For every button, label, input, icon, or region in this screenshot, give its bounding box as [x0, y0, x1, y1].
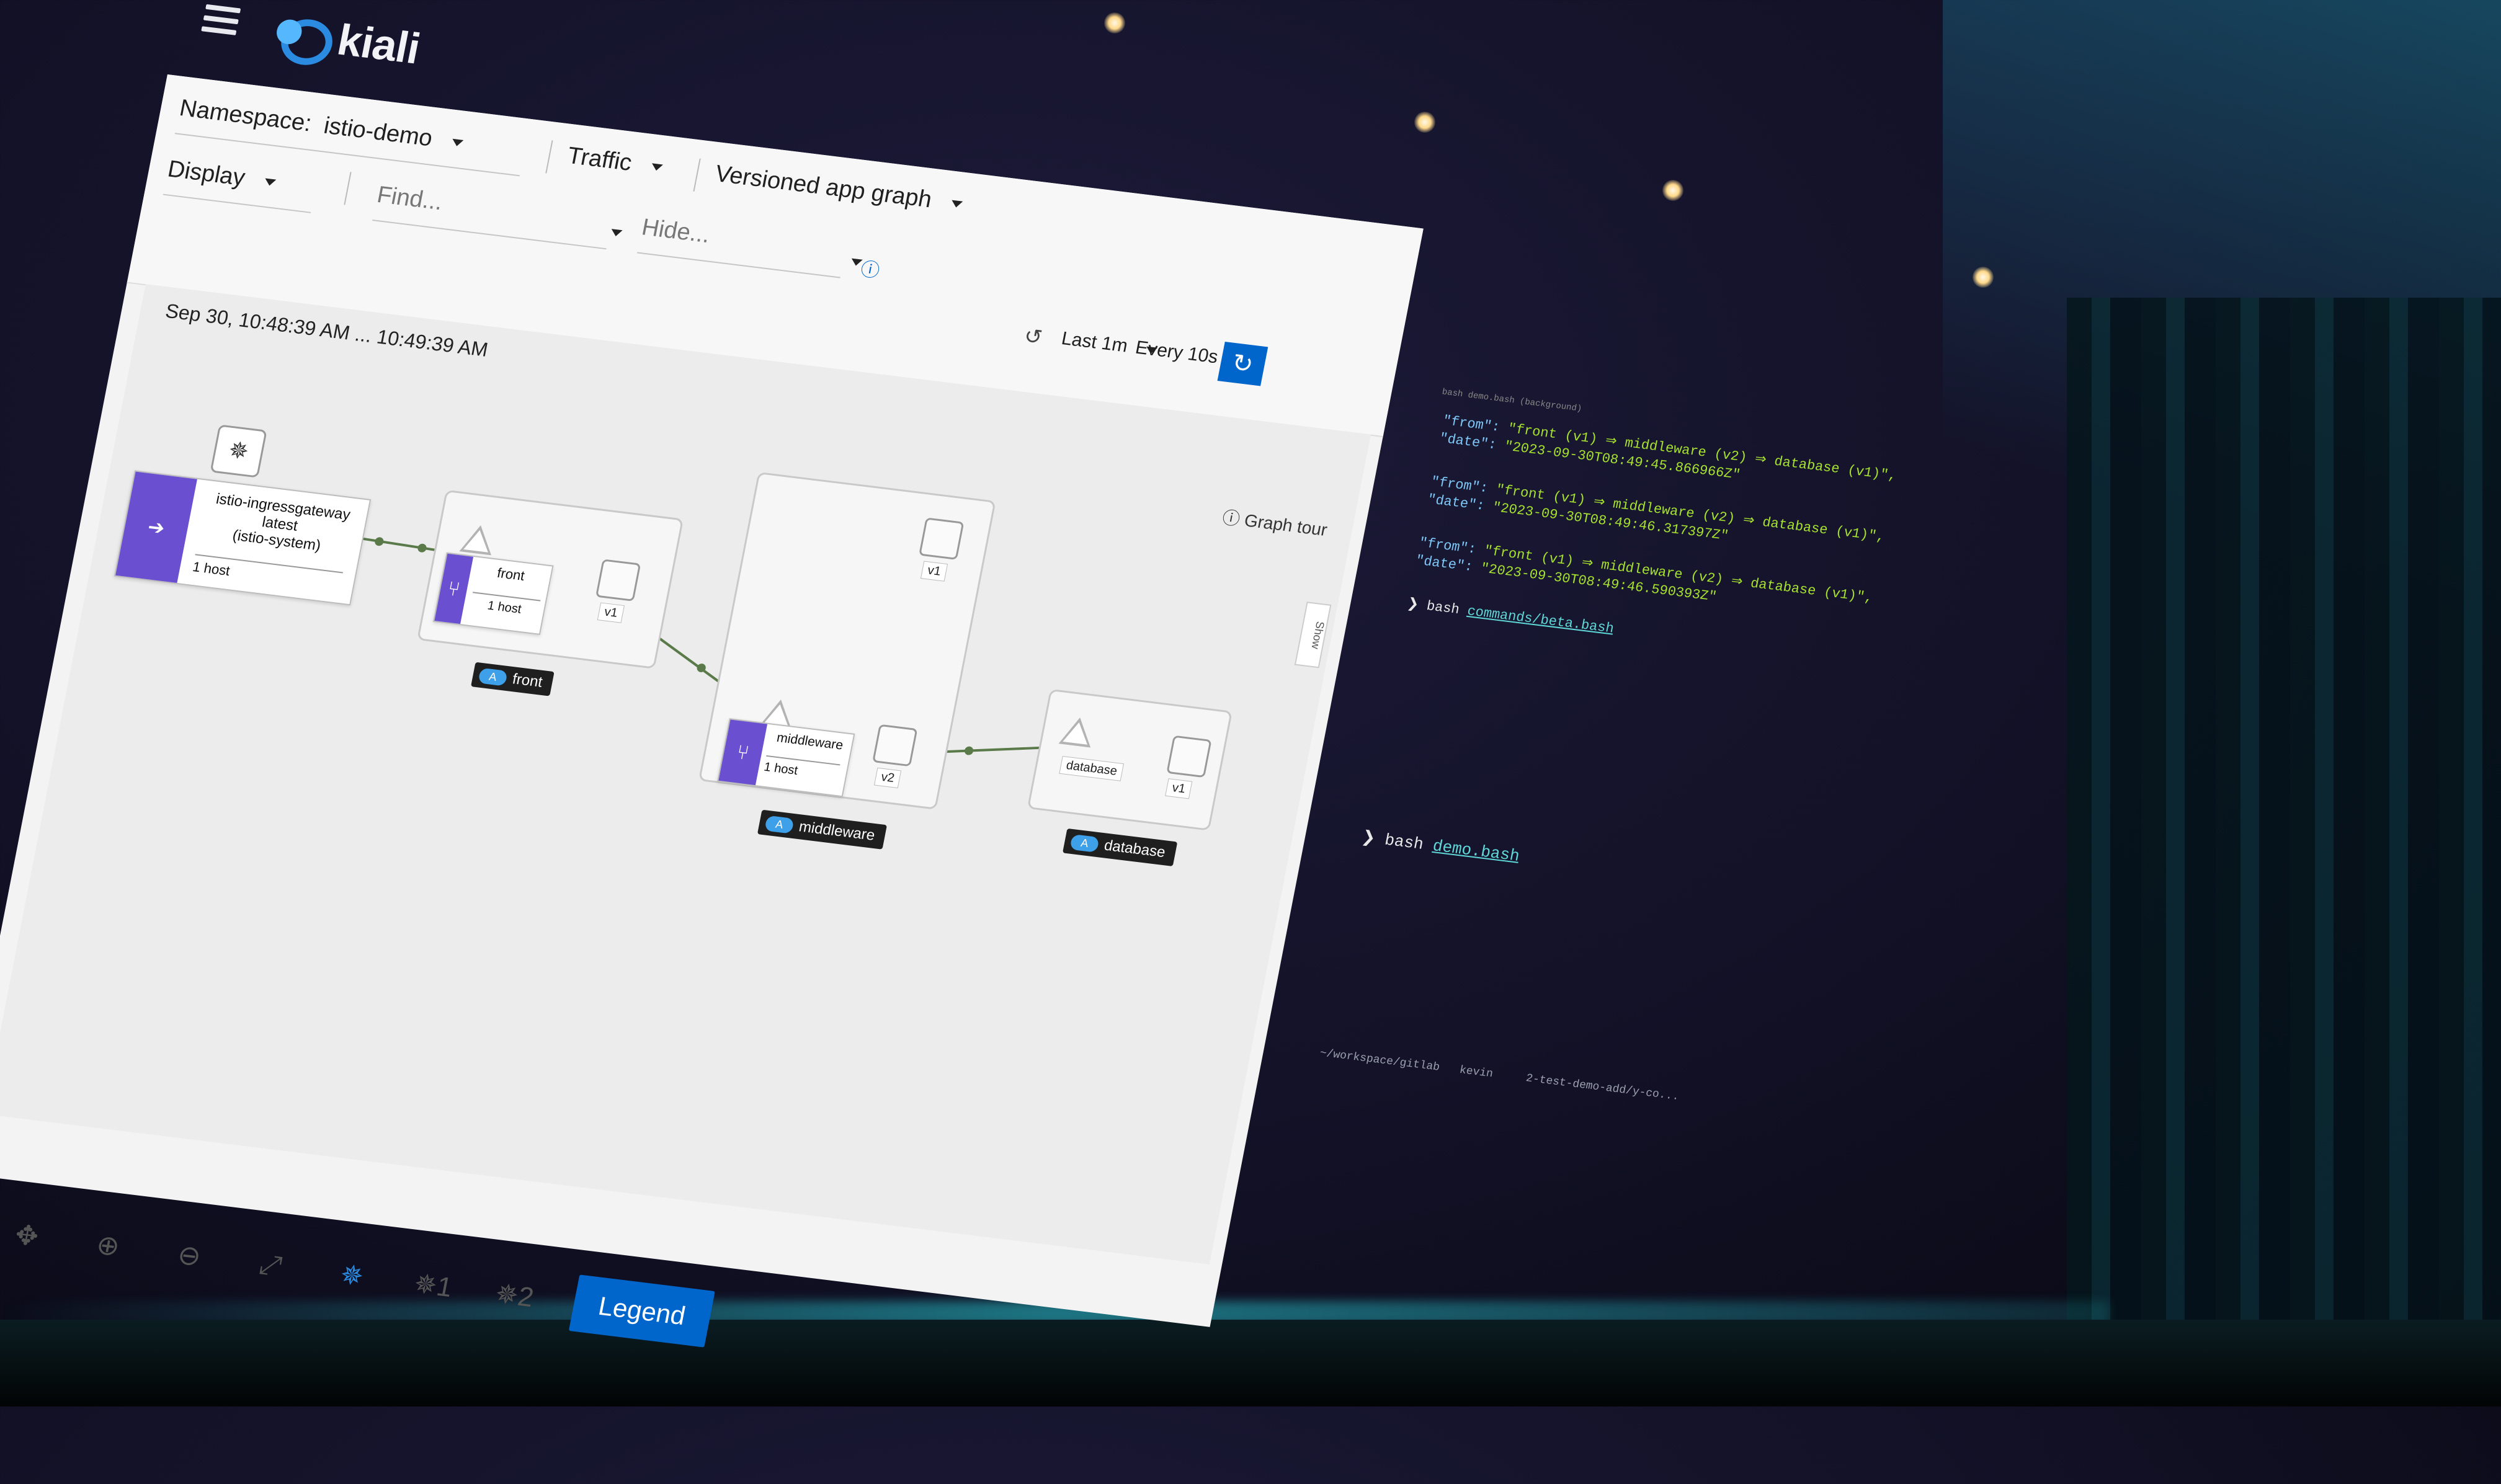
layout-1-button[interactable]: ✵1: [409, 1267, 458, 1304]
divider: [344, 172, 352, 205]
divider: [545, 140, 553, 174]
middleware-hosts: 1 host: [762, 755, 840, 783]
command-line-2: ❯ bash demo.bash: [1360, 827, 1522, 866]
chevron-down-icon[interactable]: [610, 229, 623, 238]
find-input[interactable]: Find...: [375, 182, 445, 216]
divider: [163, 193, 311, 213]
refresh-icon: ↻: [1229, 349, 1256, 379]
chevron-down-icon: [451, 139, 464, 148]
front-app-label: front: [510, 670, 544, 691]
app-badge-letter: A: [478, 667, 508, 686]
layout-default-icon[interactable]: ✵: [328, 1257, 377, 1294]
chevron-down-icon: [650, 163, 663, 172]
layout-2-button[interactable]: ✵2: [490, 1277, 539, 1313]
time-window-label: Last 1m: [1059, 328, 1130, 357]
database-service-icon[interactable]: [1058, 715, 1096, 748]
divider: [636, 252, 840, 278]
front-node[interactable]: ⑂ front 1 host: [432, 552, 554, 635]
front-service-icon[interactable]: [459, 523, 497, 556]
kiali-window: kiali 🔔︎ ? anonymous Namespace: istio-de…: [0, 4, 2045, 1403]
status-branch: 2-test-demo-add/y-co...: [1525, 1072, 1680, 1104]
database-version-label: v1: [1165, 778, 1193, 799]
graph-canvas[interactable]: Sep 30, 10:48:39 AM ... 10:49:39 AM ⓘ Gr…: [0, 284, 1371, 1348]
graph-type-dropdown[interactable]: Versioned app graph: [713, 161, 965, 217]
front-v1-workload[interactable]: [595, 559, 641, 602]
middleware-v1-workload[interactable]: [919, 517, 965, 560]
app-badge-letter: A: [1069, 833, 1100, 853]
refresh-button[interactable]: ↻: [1217, 341, 1268, 386]
database-app-label: database: [1102, 837, 1167, 861]
zoom-out-icon[interactable]: ⊖: [165, 1237, 214, 1274]
kiali-logo: kiali: [272, 7, 424, 74]
pan-icon[interactable]: ✥: [2, 1217, 51, 1254]
chevron-down-icon[interactable]: [850, 258, 863, 267]
hide-input[interactable]: Hide...: [640, 214, 712, 249]
terminal-status-bar: ~/workspace/gitlab kevin 2-test-demo-add…: [1319, 1047, 1680, 1103]
prompt-2: ❯ bash: [1360, 828, 1425, 854]
middleware-v2-workload[interactable]: [872, 724, 918, 767]
graph-controls: ✥ ⊕ ⊖ ⤢ ✵ ✵1 ✵2 Legend: [0, 1205, 715, 1348]
graph-type-label: Versioned app graph: [713, 161, 934, 213]
chevron-down-icon: [950, 200, 963, 209]
middleware-v1-label: v1: [920, 561, 948, 582]
divider: [372, 220, 607, 250]
traffic-label: Traffic: [565, 142, 635, 176]
middleware-name: middleware: [775, 730, 845, 753]
refresh-interval-label: Every 10s: [1133, 337, 1220, 368]
projection-screen: kiali 🔔︎ ? anonymous Namespace: istio-de…: [0, 0, 2501, 1406]
legend-button[interactable]: Legend: [568, 1274, 715, 1348]
namespace-label: Namespace:: [177, 95, 314, 137]
kiali-logo-icon: [273, 13, 337, 68]
zoom-in-icon[interactable]: ⊕: [84, 1227, 133, 1264]
status-user: kevin: [1458, 1064, 1494, 1081]
app-badge-letter: A: [764, 815, 795, 834]
terminal-pane[interactable]: bash demo.bash (background) "from": "fro…: [1258, 387, 1997, 1407]
app-name: kiali: [333, 15, 424, 73]
database-v1-workload[interactable]: [1166, 735, 1212, 778]
gateway-hosts: 1 host: [191, 554, 344, 593]
graph-page: Namespace: istio-demo Display Find... Tr…: [0, 74, 1424, 1348]
status-path: ~/workspace/gitlab: [1318, 1047, 1441, 1074]
display-dropdown[interactable]: Display: [166, 156, 279, 196]
traffic-dropdown[interactable]: Traffic: [565, 143, 665, 180]
front-version-label: v1: [597, 602, 625, 623]
divider: [693, 158, 701, 192]
prompt-1: ❯ bash: [1406, 596, 1461, 618]
chevron-down-icon: [264, 178, 277, 187]
gateway-hub-icon[interactable]: ✵: [210, 424, 267, 478]
history-icon[interactable]: ↺: [1022, 324, 1045, 350]
info-icon[interactable]: ⓘ: [858, 254, 882, 283]
middleware-v2-label: v2: [873, 767, 902, 789]
command-line-1: ❯ bash commands/beta.bash: [1406, 595, 1615, 636]
command-arg-1: commands/beta.bash: [1466, 603, 1615, 637]
front-name: front: [496, 565, 526, 584]
terminal-title: bash demo.bash (background): [1441, 387, 1583, 414]
namespace-value: istio-demo: [321, 112, 435, 152]
display-label: Display: [165, 156, 247, 192]
command-arg-2: demo.bash: [1431, 837, 1522, 866]
front-hosts: 1 host: [469, 592, 541, 620]
fit-to-screen-icon[interactable]: ⤢: [246, 1248, 295, 1284]
hamburger-menu-icon[interactable]: [201, 4, 241, 35]
